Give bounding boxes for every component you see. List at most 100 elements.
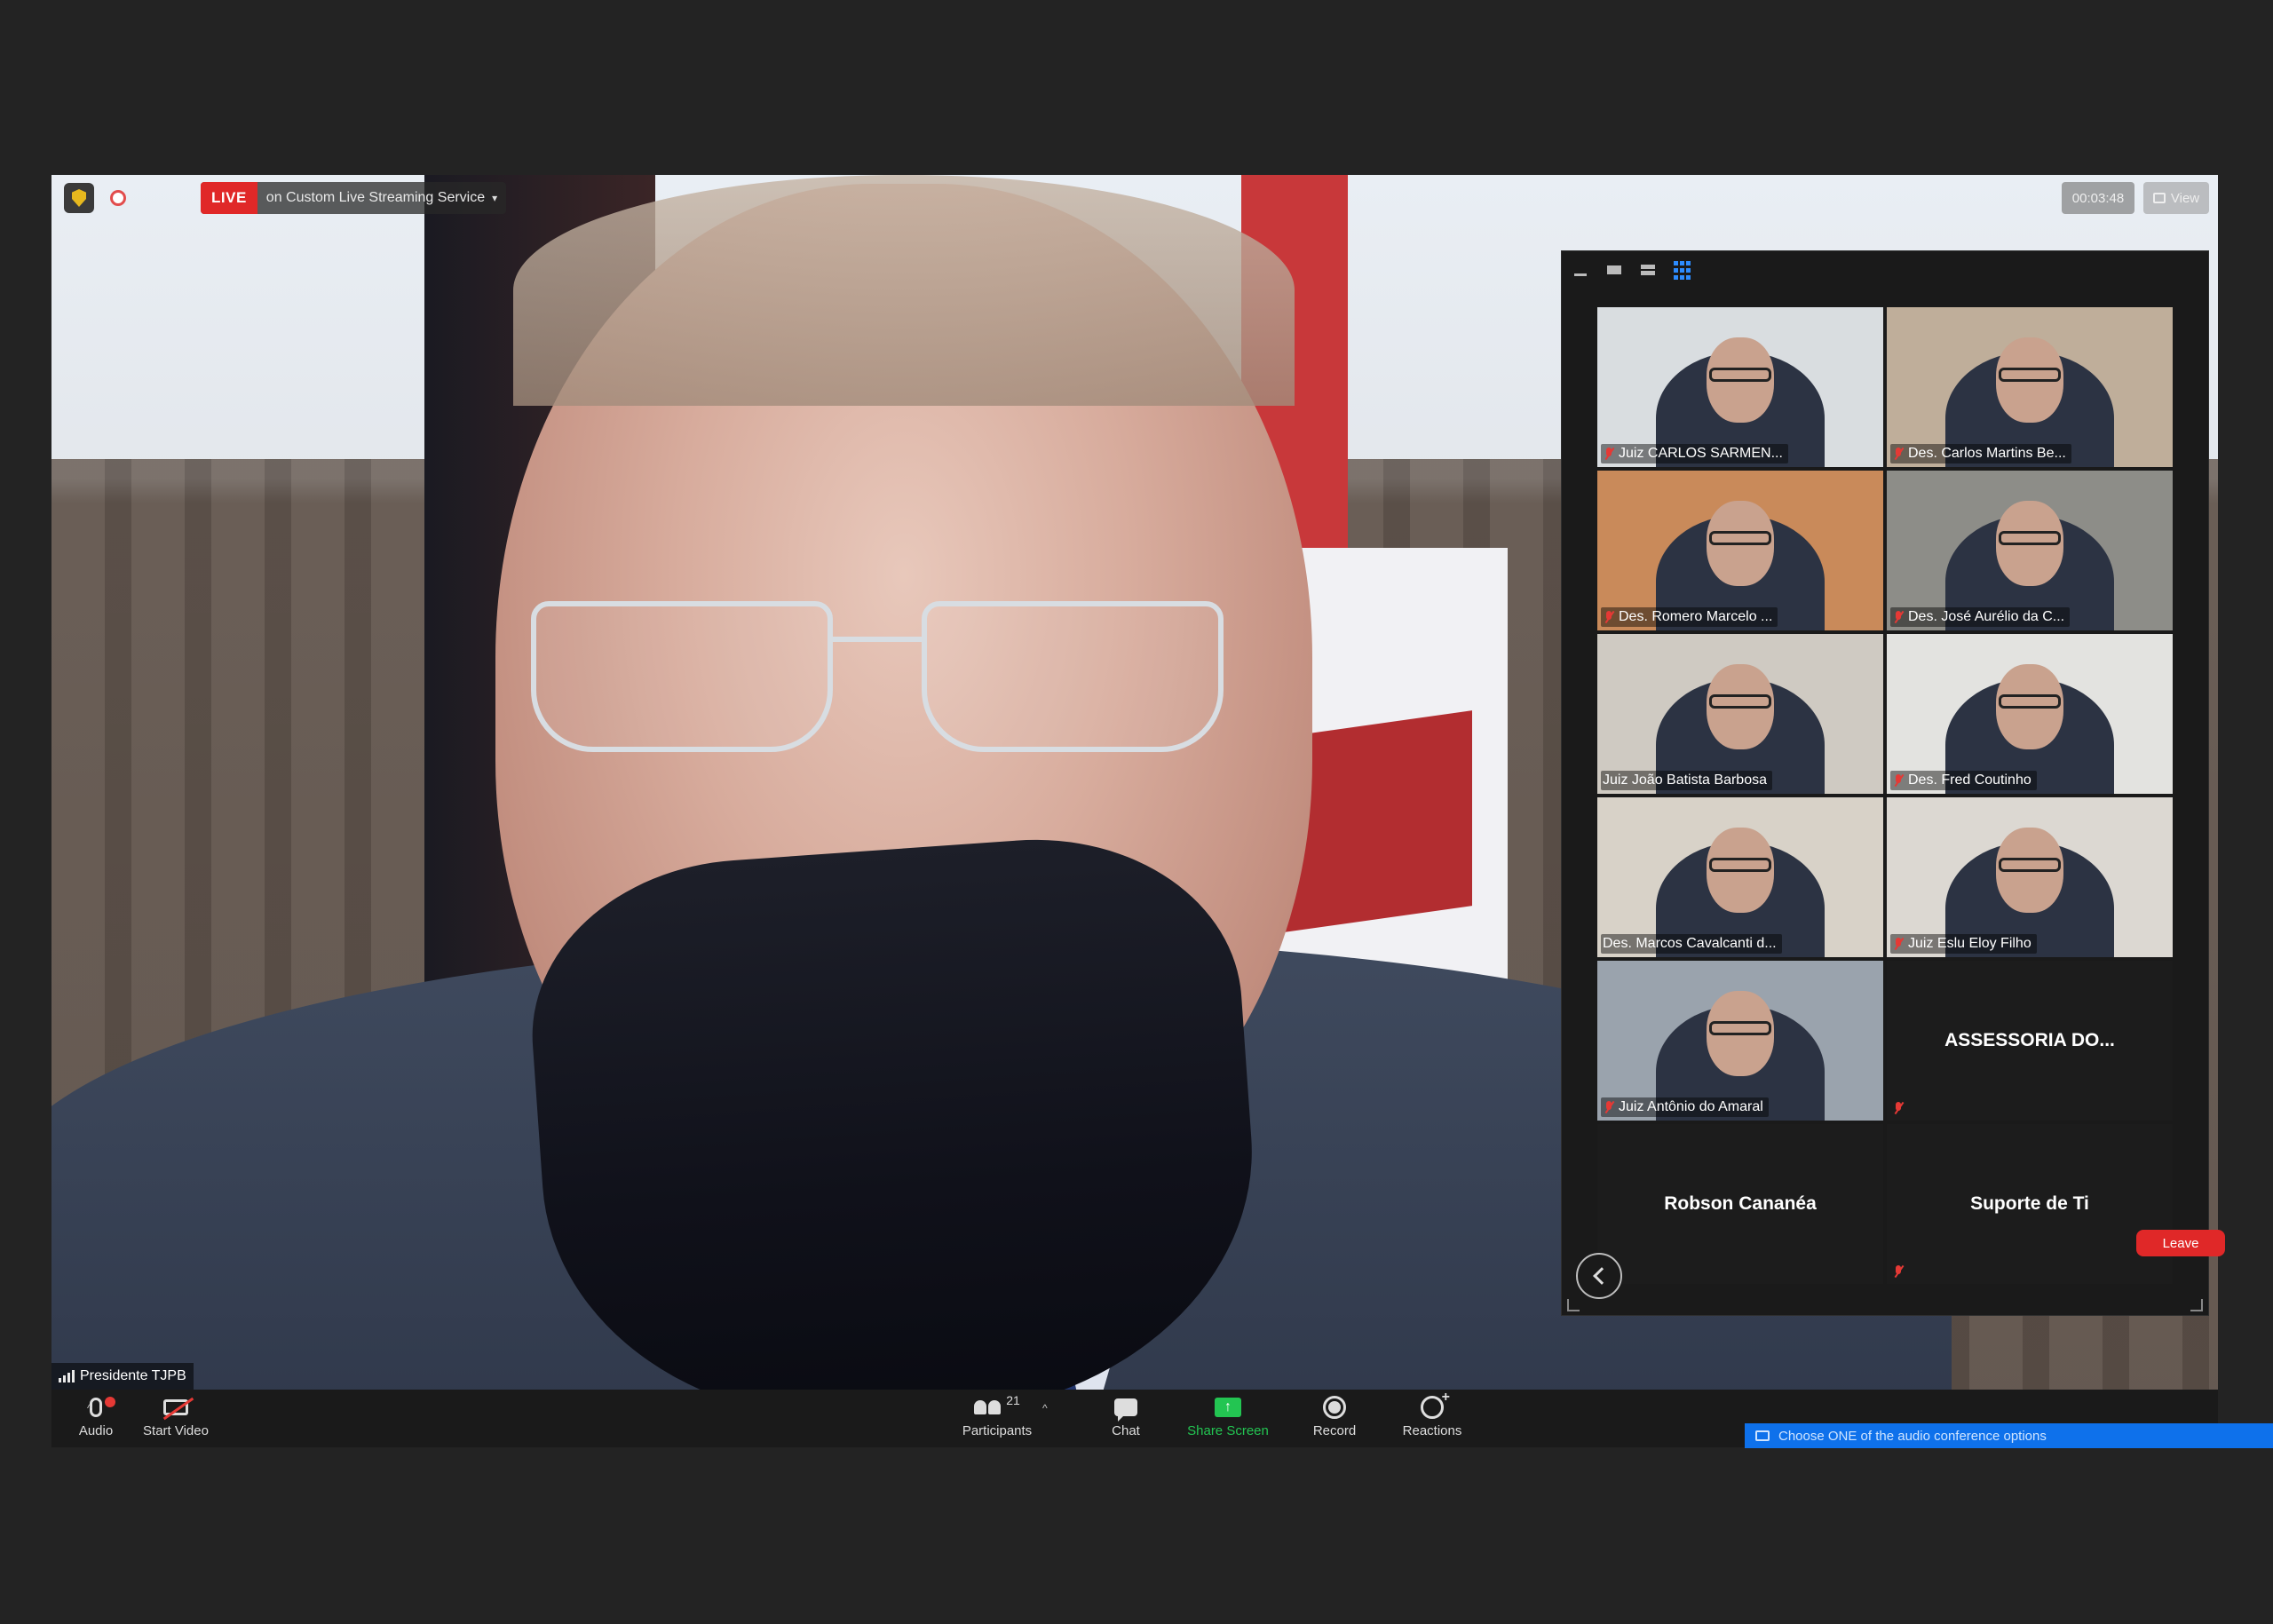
participant-tile[interactable]: Des. Carlos Martins Be... [1887,307,2173,467]
participant-glasses [1709,858,1771,872]
audio-conference-banner[interactable]: Choose ONE of the audio conference optio… [1745,1423,2273,1448]
previous-page-button[interactable] [1576,1253,1622,1299]
active-speaker-name: Presidente TJPB [80,1368,186,1383]
muted-microphone-icon [1603,447,1615,461]
audio-options-caret[interactable]: ^ [87,1402,92,1414]
chat-button[interactable]: Chat [1090,1393,1161,1445]
participants-button[interactable]: 21 Participants [939,1393,1055,1445]
participant-name: Des. Carlos Martins Be... [1908,446,2066,461]
participant-tile-no-video[interactable]: Robson Cananéa [1597,1124,1883,1284]
participant-name: Juiz João Batista Barbosa [1603,772,1767,788]
participants-icon [974,1400,1002,1414]
reactions-smiley-icon [1421,1390,1450,1419]
share-screen-button[interactable]: ↑ Share Screen [1170,1393,1286,1445]
participant-name: Robson Cananéa [1664,1193,1817,1214]
participant-glasses [1709,694,1771,709]
single-video-icon[interactable] [1604,260,1624,280]
participant-name: Des. Romero Marcelo ... [1619,609,1773,624]
live-badge: LIVE [201,182,257,214]
participant-name: Suporte de Ti [1970,1193,2089,1214]
participant-name: ASSESSORIA DO... [1944,1030,2115,1050]
audio-alert-dot [105,1397,115,1407]
participant-glasses [1709,1021,1771,1035]
leave-button[interactable]: Leave [2136,1230,2225,1256]
participant-tile[interactable]: Des. José Aurélio da C... [1887,471,2173,630]
resize-handle-left[interactable] [1567,1299,1580,1311]
face-mask [520,825,1270,1390]
glasses-lens-right [922,601,1224,752]
muted-microphone-icon [1892,937,1905,951]
live-stream-service-label: on Custom Live Streaming Service [265,190,486,205]
participant-name: Des. Marcos Cavalcanti d... [1603,936,1777,951]
active-speaker-label: Presidente TJPB [51,1363,194,1390]
minimize-icon[interactable] [1571,260,1590,280]
participant-glasses [1999,531,2061,545]
participants-label: Participants [962,1423,1033,1438]
record-button[interactable]: Record [1295,1393,1374,1445]
muted-microphone-icon [1603,1100,1615,1114]
share-screen-icon: ↑ [1215,1398,1241,1417]
participant-tile[interactable]: Juiz João Batista Barbosa [1597,634,1883,794]
muted-microphone-icon [1603,610,1615,624]
participant-tile-no-video[interactable]: Suporte de Ti [1887,1124,2173,1284]
start-video-button[interactable]: Start Video [123,1393,229,1445]
participant-tile[interactable]: Des. Marcos Cavalcanti d... [1597,797,1883,957]
grid-view-icon [2152,193,2166,203]
participant-tile[interactable]: Juiz CARLOS SARMEN... [1597,307,1883,467]
chat-label: Chat [1112,1423,1140,1438]
audio-banner-text: Choose ONE of the audio conference optio… [1778,1428,2047,1444]
participant-name-row: Juiz João Batista Barbosa [1601,771,1772,790]
share-screen-label: Share Screen [1187,1423,1269,1438]
speaker-glasses [531,601,1295,761]
participant-glasses [1709,368,1771,382]
audio-button-label: Audio [78,1423,114,1438]
start-video-label: Start Video [143,1423,209,1438]
gallery-panel[interactable]: Juiz CARLOS SARMEN... Des. Carlos Martins… [1561,250,2209,1316]
participant-name: Juiz Eslu Eloy Filho [1908,936,2031,951]
participant-name: Des. José Aurélio da C... [1908,609,2065,624]
participant-tile[interactable]: Des. Fred Coutinho [1887,634,2173,794]
grid-view-icon[interactable] [1672,260,1691,280]
participant-glasses [1999,694,2061,709]
participant-name: Juiz CARLOS SARMEN... [1619,446,1783,461]
participant-name-row: Juiz Eslu Eloy Filho [1890,934,2037,954]
resize-handle-right[interactable] [2190,1299,2203,1311]
record-label: Record [1312,1423,1357,1438]
participant-tile-no-video[interactable]: ASSESSORIA DO... [1887,961,2173,1121]
participant-name-row: Des. Romero Marcelo ... [1601,607,1778,627]
record-icon [1323,1396,1346,1419]
participant-glasses [1999,858,2061,872]
chevron-left-icon [1593,1267,1611,1285]
participant-name: Des. Fred Coutinho [1908,772,2031,788]
participants-count: 21 [1006,1393,1020,1407]
view-button-label: View [2170,190,2200,206]
participant-name-row: Des. Carlos Martins Be... [1890,444,2071,463]
strip-view-icon[interactable] [1638,260,1658,280]
signal-strength-icon [59,1370,75,1382]
meeting-timer: 00:03:48 [2062,182,2134,214]
participant-tile[interactable]: Juiz Eslu Eloy Filho [1887,797,2173,957]
participant-tile[interactable]: Juiz Antônio do Amaral [1597,961,1883,1121]
security-shield-icon[interactable] [64,183,94,213]
chevron-down-icon: ▾ [492,192,498,204]
participant-name-row: Des. José Aurélio da C... [1890,607,2071,627]
recording-indicator-icon[interactable] [103,183,133,213]
live-stream-service[interactable]: on Custom Live Streaming Service ▾ [257,182,506,214]
video-camera-off-icon [163,1399,188,1415]
chat-bubble-icon [1114,1398,1137,1422]
glasses-lens-left [531,601,833,752]
muted-microphone-icon [1892,447,1905,461]
meeting-window: LIVE on Custom Live Streaming Service ▾ … [51,175,2218,1447]
glasses-bridge [833,637,922,642]
live-stream-indicator[interactable]: LIVE on Custom Live Streaming Service ▾ [201,182,507,214]
participant-tile[interactable]: Des. Romero Marcelo ... [1597,471,1883,630]
reactions-button[interactable]: Reactions [1383,1390,1481,1445]
reactions-label: Reactions [1402,1423,1462,1438]
zoom-meeting-screen: LIVE on Custom Live Streaming Service ▾ … [0,0,2273,1624]
participant-name-row: Des. Fred Coutinho [1890,771,2037,790]
participants-options-caret[interactable]: ^ [1042,1402,1048,1414]
audio-options-icon [1755,1430,1770,1441]
muted-microphone-icon [1892,773,1905,788]
participant-name: Juiz Antônio do Amaral [1619,1099,1763,1114]
view-button[interactable]: View [2143,182,2209,214]
